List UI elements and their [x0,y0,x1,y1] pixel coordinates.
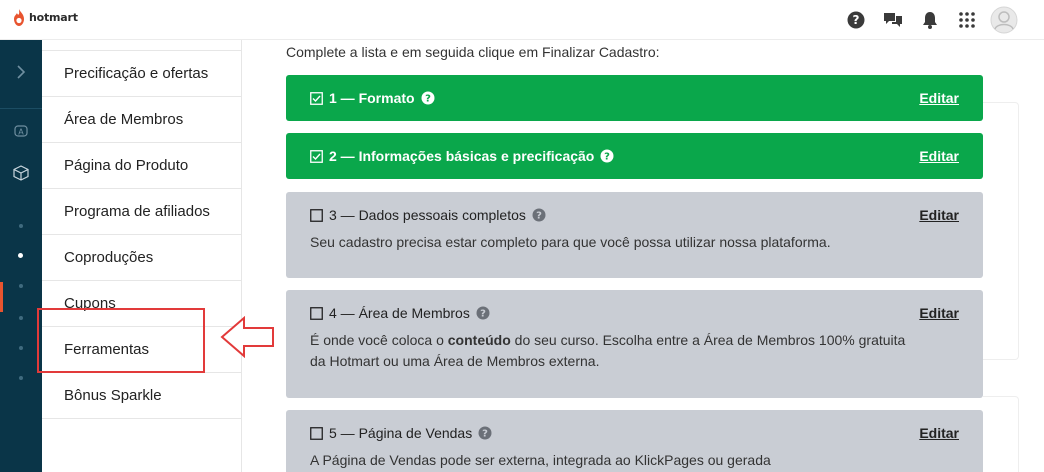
menu-item-afiliados[interactable]: Programa de afiliados [42,189,241,235]
svg-text:?: ? [425,94,431,105]
checked-box-icon [310,149,323,163]
rail-step-dot[interactable] [19,376,23,380]
bell-icon[interactable] [916,6,944,34]
step-title-text: 3 — Dados pessoais completos [329,207,526,223]
hotmart-logo[interactable]: hotmart [12,9,78,26]
product-menu: Precificação e ofertas Área de Membros P… [42,40,242,472]
desc-text: É onde você coloca o [310,332,448,348]
step-description: A Página de Vendas pode ser externa, int… [310,452,771,468]
rail-step-dot[interactable] [19,316,23,320]
box-icon[interactable] [0,162,42,184]
svg-text:?: ? [480,309,486,320]
side-panel-edge [983,102,1019,360]
step-card-formato: 1 — Formato ? Editar [286,75,983,121]
step-title-text: 1 — Formato [329,90,415,106]
side-rail: A [0,40,42,472]
rail-step-dot-active[interactable] [18,253,23,258]
unchecked-box-icon [310,426,323,440]
menu-item-ferramentas[interactable]: Ferramentas [42,327,241,373]
step-description: Seu cadastro precisa estar completo para… [310,234,831,250]
rail-step-dot[interactable] [19,284,23,288]
edit-link[interactable]: Editar [919,207,959,223]
pointer-arrow-icon [220,316,274,358]
step-title-text: 4 — Área de Membros [329,305,470,321]
svg-text:?: ? [536,211,542,222]
step-card-area-membros: 4 — Área de Membros ? Editar É onde você… [286,290,983,398]
apps-grid-icon[interactable] [953,6,981,34]
menu-item-pagina-produto[interactable]: Página do Produto [42,143,241,189]
menu-item-label: Coproduções [64,249,154,266]
step-card-pagina-vendas: 5 — Página de Vendas ? Editar A Página d… [286,410,983,472]
menu-item-label: Precificação e ofertas [64,65,209,82]
help-icon[interactable]: ? [421,91,435,105]
step-title: 4 — Área de Membros ? [310,305,490,321]
chevron-right-icon[interactable] [0,60,42,84]
svg-text:?: ? [482,429,488,440]
menu-item-area-membros[interactable]: Área de Membros [42,97,241,143]
desc-bold: conteúdo [447,332,511,348]
step-title-text: 5 — Página de Vendas [329,425,473,441]
svg-text:A: A [18,128,24,137]
menu-item-label: Cupons [64,295,116,312]
edit-link[interactable]: Editar [919,425,959,441]
svg-text:?: ? [604,152,610,163]
side-panel-edge [983,396,1019,472]
unchecked-box-icon [310,306,323,320]
step-card-dados-pessoais: 3 — Dados pessoais completos ? Editar Se… [286,192,983,278]
menu-item-label: Página do Produto [64,157,189,174]
help-icon[interactable]: ? [600,149,614,163]
unchecked-box-icon [310,208,323,222]
top-bar: hotmart ? [0,0,1044,40]
menu-item-bonus-sparkle[interactable]: Bônus Sparkle [42,373,241,419]
menu-item-coproducoes[interactable]: Coproduções [42,235,241,281]
step-description: É onde você coloca o conteúdo do seu cur… [310,330,920,372]
help-icon[interactable]: ? [476,306,490,320]
checked-box-icon [310,91,323,105]
avatar[interactable] [990,6,1018,34]
step-card-informacoes: 2 — Informações básicas e precificação ?… [286,133,983,179]
edit-link[interactable]: Editar [919,148,959,164]
top-icons: ? [833,6,1018,34]
menu-item-cupons[interactable]: Cupons [42,281,241,327]
checklist-intro: Complete a lista e em seguida clique em … [286,44,660,60]
step-title-text: 2 — Informações básicas e precificação [329,148,595,164]
help-icon[interactable]: ? [842,6,870,34]
svg-text:?: ? [853,13,860,27]
edit-link[interactable]: Editar [919,90,959,106]
rail-step-dot[interactable] [19,224,23,228]
menu-item-label: Bônus Sparkle [64,387,162,404]
flame-logo-icon [14,9,24,26]
brand-name: hotmart [29,11,78,24]
menu-item-label: Ferramentas [64,341,150,358]
brain-icon[interactable]: A [0,120,42,142]
rail-active-indicator [0,282,3,312]
step-title: 3 — Dados pessoais completos ? [310,207,546,223]
chat-icon[interactable] [879,6,907,34]
help-icon[interactable]: ? [478,426,492,440]
help-icon[interactable]: ? [532,208,546,222]
step-title: 5 — Página de Vendas ? [310,425,492,441]
rail-divider [0,108,42,109]
menu-item-precificacao[interactable]: Precificação e ofertas [42,51,241,97]
menu-item-label: Área de Membros [64,111,184,128]
step-title: 2 — Informações básicas e precificação ? [310,148,614,164]
menu-item-label: Programa de afiliados [64,203,210,220]
step-title: 1 — Formato ? [310,90,435,106]
rail-step-dot[interactable] [19,346,23,350]
edit-link[interactable]: Editar [919,305,959,321]
